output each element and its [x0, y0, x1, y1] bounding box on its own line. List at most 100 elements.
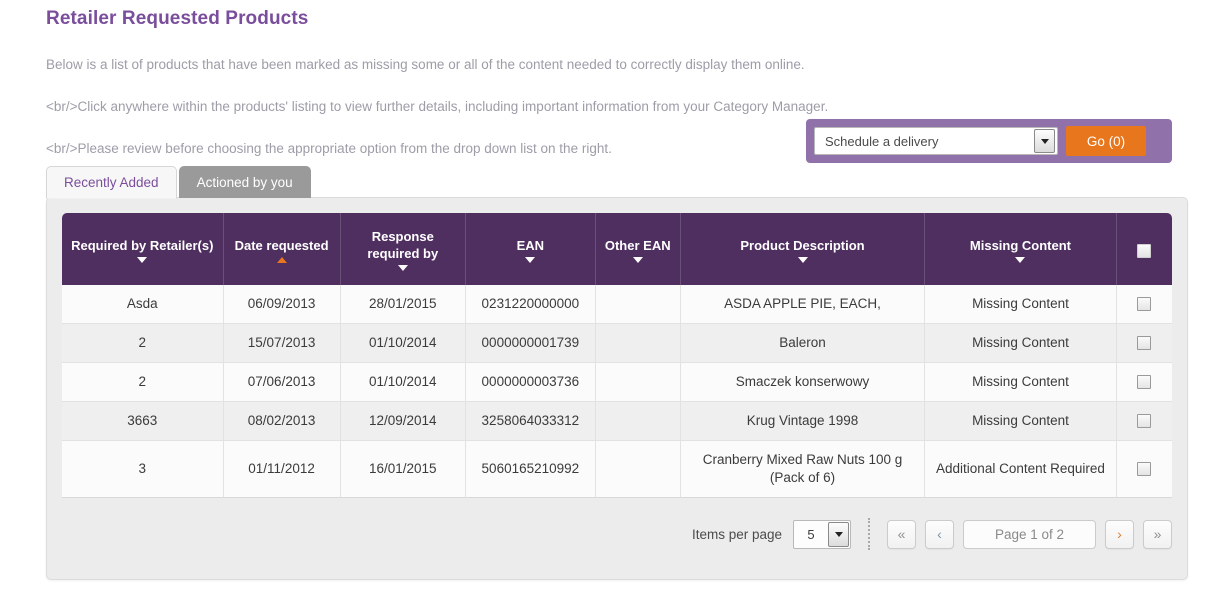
- row-checkbox-icon[interactable]: [1137, 336, 1152, 351]
- cell-other-ean: [595, 363, 681, 402]
- sort-chevron-down-icon[interactable]: [397, 265, 408, 271]
- pagination-bar: Items per page 5 « ‹ Page 1 of 2 › »: [62, 512, 1172, 556]
- cell-required-by: 3663: [62, 402, 224, 441]
- previous-page-button[interactable]: ‹: [925, 519, 954, 549]
- cell-missing-content: Missing Content: [925, 402, 1117, 441]
- table-row[interactable]: 3663 08/02/2013 12/09/2014 3258064033312…: [62, 402, 1172, 441]
- column-label: EAN: [516, 237, 545, 253]
- table-row[interactable]: 3 01/11/2012 16/01/2015 5060165210992 Cr…: [62, 441, 1172, 498]
- column-label: Response required by: [367, 229, 439, 261]
- go-button[interactable]: Go (0): [1066, 126, 1146, 156]
- cell-response-required-by: 16/01/2015: [340, 441, 466, 498]
- page-intro: Below is a list of products that have be…: [46, 33, 828, 180]
- items-per-page-value: 5: [807, 526, 815, 542]
- column-header-date-requested[interactable]: Date requested: [223, 213, 341, 285]
- sort-chevron-down-icon[interactable]: [137, 256, 148, 263]
- tab-recently-added[interactable]: Recently Added: [46, 166, 177, 199]
- cell-required-by: 3: [62, 441, 224, 498]
- retailer-requested-products-page: Retailer Requested Products Below is a l…: [0, 0, 1214, 596]
- cell-other-ean: [595, 441, 681, 498]
- intro-line-3: <br/>Please review before choosing the a…: [46, 141, 612, 156]
- cell-description: Baleron: [680, 324, 926, 363]
- column-label: Required by Retailer(s): [71, 237, 214, 253]
- items-per-page-label: Items per page: [691, 526, 782, 542]
- chevron-down-icon[interactable]: [828, 521, 849, 547]
- cell-ean: 5060165210992: [466, 441, 596, 498]
- cell-ean: 0231220000000: [466, 285, 596, 324]
- row-checkbox-icon[interactable]: [1137, 414, 1152, 429]
- sort-chevron-up-icon[interactable]: [276, 256, 287, 263]
- cell-description: ASDA APPLE PIE, EACH,: [680, 285, 926, 324]
- select-all-checkbox-icon[interactable]: [1137, 243, 1152, 258]
- bulk-action-select[interactable]: Schedule a delivery: [814, 127, 1058, 155]
- cell-description: Smaczek konserwowy: [680, 363, 926, 402]
- column-header-response-required-by[interactable]: Response required by: [340, 213, 466, 285]
- column-label: Other EAN: [604, 237, 671, 253]
- cell-row-checkbox[interactable]: [1116, 441, 1172, 498]
- sort-chevron-down-icon[interactable]: [1015, 256, 1026, 263]
- cell-ean: 3258064033312: [466, 402, 596, 441]
- table-header-row: Required by Retailer(s) Date requested R…: [62, 213, 1172, 285]
- table-row[interactable]: Asda 06/09/2013 28/01/2015 0231220000000…: [62, 285, 1172, 324]
- intro-line-1: Below is a list of products that have be…: [46, 57, 805, 72]
- cell-required-by: 2: [62, 324, 224, 363]
- cell-other-ean: [595, 285, 681, 324]
- cell-response-required-by: 12/09/2014: [340, 402, 466, 441]
- column-header-other-ean[interactable]: Other EAN: [595, 213, 681, 285]
- column-label: Date requested: [234, 237, 329, 253]
- cell-ean: 0000000001739: [466, 324, 596, 363]
- cell-response-required-by: 01/10/2014: [340, 363, 466, 402]
- bulk-action-bar: Schedule a delivery Go (0): [806, 119, 1172, 163]
- chevron-down-icon[interactable]: [1034, 129, 1055, 153]
- sort-chevron-down-icon[interactable]: [797, 256, 808, 263]
- row-checkbox-icon[interactable]: [1137, 297, 1152, 312]
- cell-row-checkbox[interactable]: [1116, 324, 1172, 363]
- column-label: Missing Content: [969, 237, 1072, 253]
- column-label: Product Description: [740, 237, 865, 253]
- intro-line-2: <br/>Click anywhere within the products'…: [46, 99, 829, 114]
- cell-missing-content: Missing Content: [925, 324, 1117, 363]
- table-row[interactable]: 2 15/07/2013 01/10/2014 0000000001739 Ba…: [62, 324, 1172, 363]
- cell-response-required-by: 28/01/2015: [340, 285, 466, 324]
- cell-required-by: 2: [62, 363, 224, 402]
- cell-missing-content: Additional Content Required: [925, 441, 1117, 498]
- tab-bar: Recently Added Actioned by you: [46, 166, 311, 199]
- column-header-select-all[interactable]: [1116, 213, 1172, 285]
- cell-description: Krug Vintage 1998: [680, 402, 926, 441]
- row-checkbox-icon[interactable]: [1137, 462, 1152, 477]
- last-page-button[interactable]: »: [1143, 519, 1172, 549]
- cell-date-requested: 06/09/2013: [223, 285, 341, 324]
- cell-date-requested: 01/11/2012: [223, 441, 341, 498]
- cell-response-required-by: 01/10/2014: [340, 324, 466, 363]
- table-body: Asda 06/09/2013 28/01/2015 0231220000000…: [62, 285, 1172, 498]
- sort-chevron-down-icon[interactable]: [525, 256, 536, 263]
- first-page-button[interactable]: «: [887, 519, 916, 549]
- bulk-action-selected-value: Schedule a delivery: [825, 133, 939, 149]
- cell-other-ean: [595, 324, 681, 363]
- cell-row-checkbox[interactable]: [1116, 363, 1172, 402]
- sort-chevron-down-icon[interactable]: [632, 256, 643, 263]
- cell-description: Cranberry Mixed Raw Nuts 100 g (Pack of …: [680, 441, 926, 498]
- cell-ean: 0000000003736: [466, 363, 596, 402]
- next-page-button[interactable]: ›: [1105, 519, 1134, 549]
- cell-date-requested: 07/06/2013: [223, 363, 341, 402]
- cell-other-ean: [595, 402, 681, 441]
- column-header-required-by-retailers[interactable]: Required by Retailer(s): [62, 213, 224, 285]
- cell-missing-content: Missing Content: [925, 285, 1117, 324]
- cell-required-by: Asda: [62, 285, 224, 324]
- table-row[interactable]: 2 07/06/2013 01/10/2014 0000000003736 Sm…: [62, 363, 1172, 402]
- page-title: Retailer Requested Products: [46, 8, 309, 29]
- row-checkbox-icon[interactable]: [1137, 375, 1152, 390]
- cell-row-checkbox[interactable]: [1116, 285, 1172, 324]
- products-table: Required by Retailer(s) Date requested R…: [62, 213, 1172, 498]
- cell-date-requested: 08/02/2013: [223, 402, 341, 441]
- column-header-missing-content[interactable]: Missing Content: [925, 213, 1117, 285]
- cell-missing-content: Missing Content: [925, 363, 1117, 402]
- column-header-ean[interactable]: EAN: [466, 213, 596, 285]
- column-header-product-description[interactable]: Product Description: [680, 213, 926, 285]
- page-indicator: Page 1 of 2: [963, 519, 1096, 549]
- items-per-page-select[interactable]: 5: [793, 519, 851, 549]
- cell-row-checkbox[interactable]: [1116, 402, 1172, 441]
- pager-divider: [868, 518, 870, 550]
- tab-actioned-by-you[interactable]: Actioned by you: [178, 166, 311, 198]
